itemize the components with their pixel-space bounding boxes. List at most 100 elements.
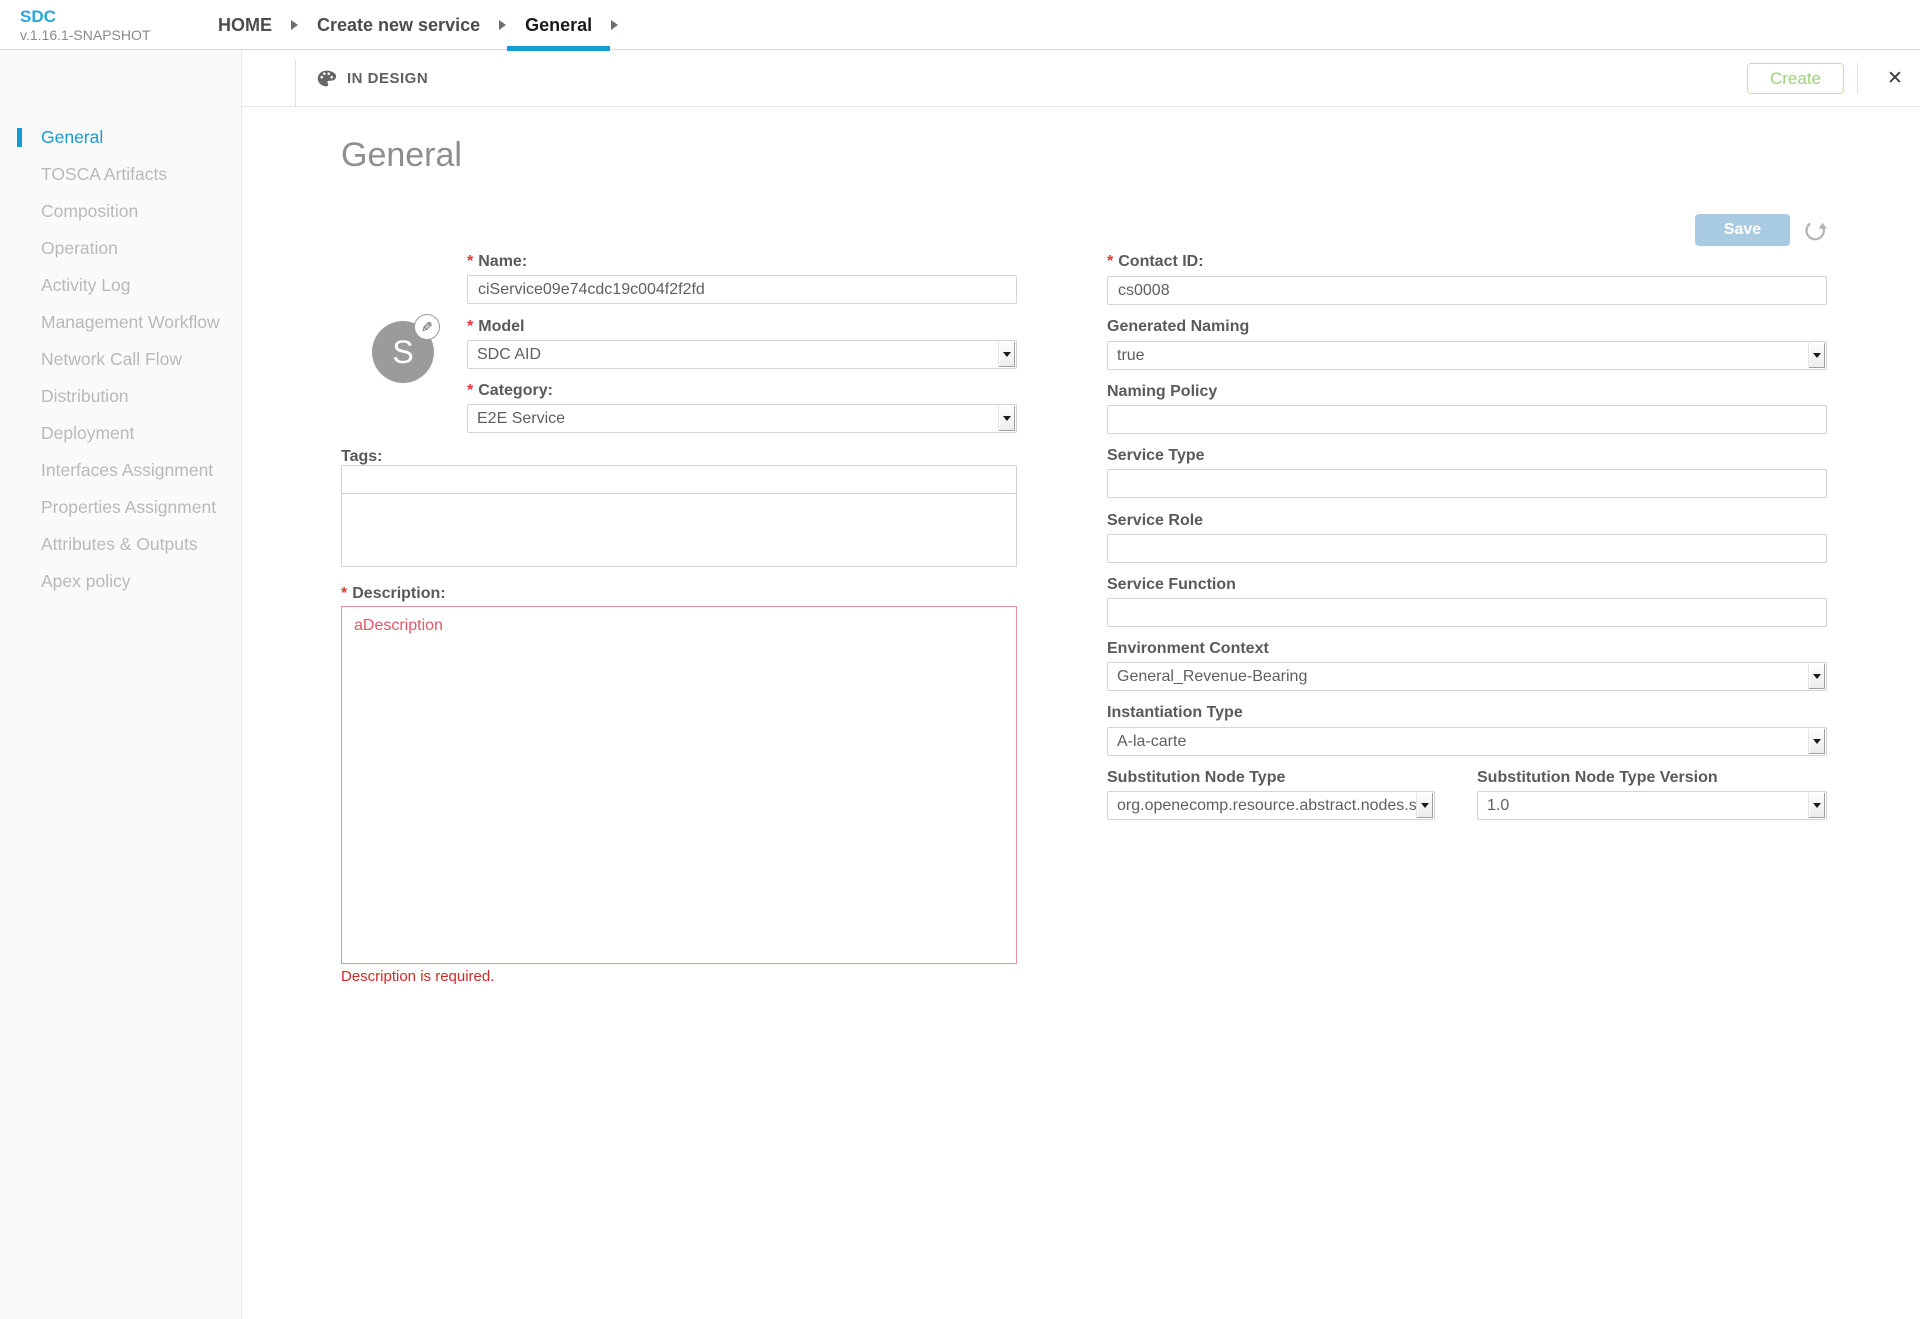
tab-general[interactable]: General [507,0,610,50]
sidebar-item-general[interactable]: General [0,119,241,156]
sidebar-item-operation[interactable]: Operation [0,230,241,267]
generated-naming-select[interactable]: true [1107,341,1827,370]
substitution-node-type-select-value: org.openecomp.resource.abstract.nodes.se… [1117,797,1417,815]
redo-button[interactable] [1802,218,1828,244]
service-type-label-text: Service Type [1107,447,1205,464]
sidebar-item-label: Properties Assignment [41,497,216,518]
sidebar-item-label: Operation [41,238,118,259]
category-label: * Category: [467,382,553,400]
substitution-node-type-select[interactable]: org.openecomp.resource.abstract.nodes.se… [1107,791,1435,820]
substitution-node-type-version-select[interactable]: 1.0 [1477,791,1827,820]
substitution-node-type-version-label: Substitution Node Type Version [1477,769,1718,787]
model-select[interactable]: SDC AID [467,340,1017,369]
naming-policy-label: Naming Policy [1107,383,1217,401]
dropdown-arrow-icon[interactable] [1808,343,1825,368]
sidebar-item-deployment[interactable]: Deployment [0,415,241,452]
environment-context-select[interactable]: General_Revenue-Bearing [1107,662,1827,691]
app-version: v.1.16.1-SNAPSHOT [20,27,150,44]
dropdown-arrow-icon[interactable] [1808,664,1825,689]
service-type-label: Service Type [1107,447,1205,465]
dropdown-arrow-icon[interactable] [1808,729,1825,754]
required-star: * [341,585,347,602]
tab-create-new-service-label: Create new service [317,15,480,36]
tab-home-label: HOME [218,15,272,36]
edit-avatar-button[interactable]: ✎ [414,314,440,340]
sidebar-item-tosca-artifacts[interactable]: TOSCA Artifacts [0,156,241,193]
avatar-letter: S [392,334,413,371]
tags-label-text: Tags: [341,448,382,465]
divider [295,60,296,107]
instantiation-type-select[interactable]: A-la-carte [1107,727,1827,756]
required-star: * [467,253,473,270]
tags-input[interactable] [341,465,1017,494]
substitution-node-type-label: Substitution Node Type [1107,769,1285,787]
contact-id-label-text: Contact ID: [1118,253,1203,270]
environment-context-label-text: Environment Context [1107,640,1269,657]
save-button[interactable]: Save [1695,214,1790,246]
sidebar: General TOSCA Artifacts Composition Oper… [0,50,242,1319]
description-label: * Description: [341,585,446,603]
tab-home[interactable]: HOME [200,0,290,50]
required-star: * [1107,253,1113,270]
service-avatar: S ✎ [372,321,434,383]
service-role-label-text: Service Role [1107,512,1203,529]
model-select-value: SDC AID [477,346,999,364]
sidebar-item-management-workflow[interactable]: Management Workflow [0,304,241,341]
sidebar-item-label: Management Workflow [41,312,220,333]
breadcrumb: HOME Create new service General [200,0,619,50]
name-input[interactable] [467,275,1017,304]
naming-policy-input[interactable] [1107,405,1827,434]
sidebar-item-interfaces-assignment[interactable]: Interfaces Assignment [0,452,241,489]
sidebar-item-apex-policy[interactable]: Apex policy [0,563,241,600]
category-label-text: Category: [478,382,553,399]
substitution-node-type-version-select-value: 1.0 [1487,797,1809,815]
close-button[interactable]: ✕ [1877,63,1913,94]
description-textarea[interactable]: aDescription [341,606,1017,964]
sidebar-item-label: Deployment [41,423,134,444]
service-role-input[interactable] [1107,534,1827,563]
service-type-input[interactable] [1107,469,1827,498]
model-label: * Model [467,318,524,336]
sidebar-item-activity-log[interactable]: Activity Log [0,267,241,304]
pencil-icon: ✎ [421,319,433,336]
name-label: *Name: [467,253,527,271]
sidebar-item-label: Apex policy [41,571,131,592]
sidebar-item-composition[interactable]: Composition [0,193,241,230]
sidebar-item-distribution[interactable]: Distribution [0,378,241,415]
sidebar-item-label: Network Call Flow [41,349,182,370]
dropdown-arrow-icon[interactable] [998,406,1015,431]
dropdown-arrow-icon[interactable] [1808,793,1825,818]
palette-icon [315,68,338,89]
sidebar-item-attributes-outputs[interactable]: Attributes & Outputs [0,526,241,563]
dropdown-arrow-icon[interactable] [998,342,1015,367]
top-header: SDC v.1.16.1-SNAPSHOT HOME Create new se… [0,0,1920,50]
category-select-value: E2E Service [477,410,999,428]
sidebar-menu: General TOSCA Artifacts Composition Oper… [0,119,241,600]
sdc-app: SDC v.1.16.1-SNAPSHOT HOME Create new se… [0,0,1920,1319]
sidebar-item-label: Composition [41,201,138,222]
model-label-text: Model [478,318,524,335]
category-select[interactable]: E2E Service [467,404,1017,433]
app-logo[interactable]: SDC v.1.16.1-SNAPSHOT [20,7,150,44]
create-button[interactable]: Create [1747,63,1844,94]
service-function-input[interactable] [1107,598,1827,627]
sidebar-item-label: Attributes & Outputs [41,534,198,555]
sidebar-item-label: Interfaces Assignment [41,460,213,481]
dropdown-arrow-icon[interactable] [1416,793,1433,818]
substitution-node-type-version-label-text: Substitution Node Type Version [1477,769,1718,786]
tags-list-box [341,493,1017,567]
chevron-right-icon [291,20,298,30]
description-label-text: Description: [352,585,445,602]
instantiation-type-select-value: A-la-carte [1117,733,1809,751]
required-star: * [467,382,473,399]
sidebar-item-label: Activity Log [41,275,130,296]
service-role-label: Service Role [1107,512,1203,530]
sidebar-item-network-call-flow[interactable]: Network Call Flow [0,341,241,378]
sidebar-item-properties-assignment[interactable]: Properties Assignment [0,489,241,526]
page-title: General [341,136,462,175]
required-star: * [467,318,473,335]
environment-context-select-value: General_Revenue-Bearing [1117,668,1809,686]
contact-id-input[interactable] [1107,276,1827,305]
description-error-message: Description is required. [341,968,494,985]
tab-create-new-service[interactable]: Create new service [299,0,498,50]
